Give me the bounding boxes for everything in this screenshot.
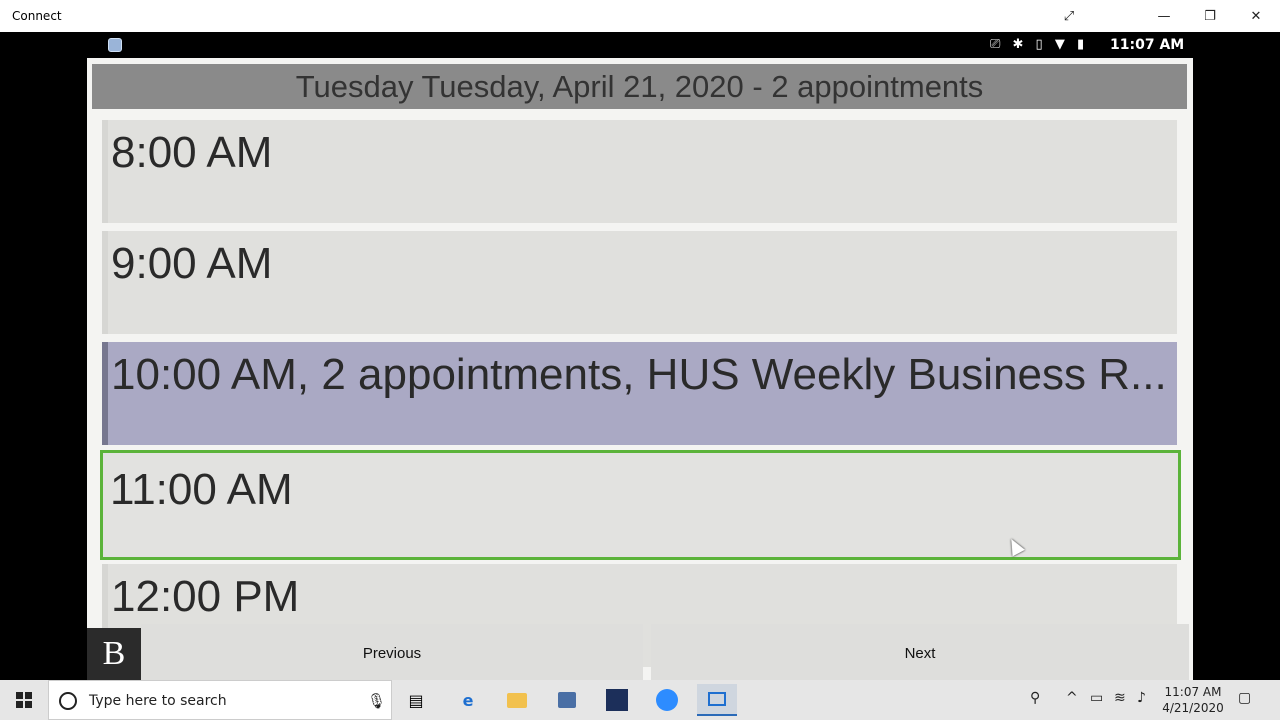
notifications-icon[interactable]: ▢ [1238,690,1251,706]
task-view-icon[interactable]: ▤ [396,684,436,716]
cortana-icon [59,692,77,710]
taskbar-search[interactable]: Type here to search 🎙 [48,680,392,720]
expand-icon[interactable]: ⤢ [1046,0,1092,32]
notification-app-icon [108,38,122,52]
time-slot-label: 11:00 AM [110,465,293,514]
device-status-bar: ⎚ ✱ ▯ ▼ ▮ 11:07 AM [0,32,1280,58]
wifi-icon[interactable]: ≋ [1114,690,1126,706]
zoom-icon[interactable] [647,684,687,716]
windows-taskbar: Type here to search 🎙 ▤ e ⚲ ^ ▭ ≋ ♪ 11:0… [0,680,1280,720]
chevron-up-icon[interactable]: ^ [1066,690,1078,706]
time-slot-list[interactable]: 8:00 AM 9:00 AM 10:00 AM, 2 appointments… [100,120,1184,668]
volume-icon[interactable]: ♪ [1137,690,1146,706]
app-icon[interactable] [597,684,637,716]
restore-button[interactable]: ❐ [1187,0,1233,32]
status-icons: ⎚ ✱ ▯ ▼ ▮ [990,37,1089,52]
time-slot-label: 12:00 PM [111,572,300,621]
edge-icon[interactable]: e [448,684,488,716]
app-logo: B [87,628,141,680]
time-slot-busy[interactable]: 10:00 AM, 2 appointments, HUS Weekly Bus… [102,342,1177,445]
time-slot-label: 10:00 AM, 2 appointments, HUS Weekly Bus… [111,350,1167,399]
time-slot[interactable]: 8:00 AM [102,120,1177,223]
previous-button[interactable]: Previous [141,624,643,682]
windows-logo-icon [16,692,32,708]
window-titlebar: Connect ⤢ — ❐ ✕ [0,0,1280,32]
file-explorer-icon[interactable] [497,684,537,716]
store-icon[interactable] [547,684,587,716]
microphone-icon[interactable]: 🎙 [367,692,386,710]
time-slot[interactable]: 9:00 AM [102,231,1177,334]
window-title: Connect [12,9,62,23]
start-button[interactable] [0,680,48,720]
connect-icon[interactable] [697,684,737,716]
time-slot-label: 9:00 AM [111,239,273,288]
taskbar-clock[interactable]: 11:07 AM 4/21/2020 [1158,684,1228,716]
next-button[interactable]: Next [651,624,1189,682]
close-button[interactable]: ✕ [1233,0,1279,32]
people-icon[interactable]: ⚲ [1030,690,1040,706]
day-header: Tuesday Tuesday, April 21, 2020 - 2 appo… [92,64,1187,109]
clock-time: 11:07 AM [1164,685,1222,699]
battery-icon[interactable]: ▭ [1090,690,1103,706]
calendar-app: Tuesday Tuesday, April 21, 2020 - 2 appo… [87,58,1193,680]
minimize-button[interactable]: — [1141,0,1187,32]
clock-date: 4/21/2020 [1162,701,1224,715]
status-time: 11:07 AM [1110,37,1185,53]
time-slot-label: 8:00 AM [111,128,273,177]
search-placeholder: Type here to search [89,693,227,709]
